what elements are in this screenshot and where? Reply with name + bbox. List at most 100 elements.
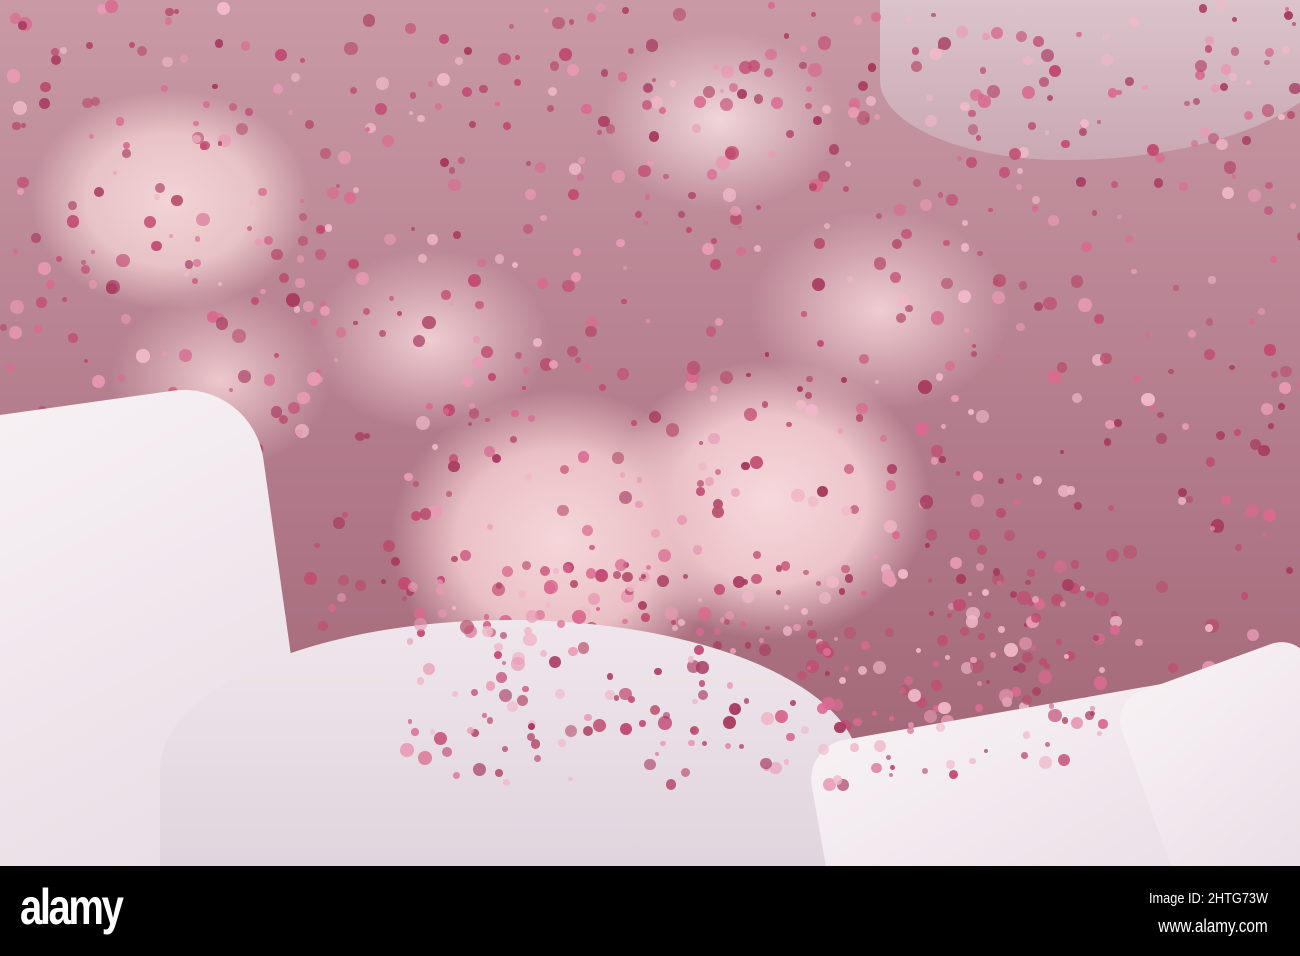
blossom [297, 391, 310, 405]
blossom [412, 335, 425, 348]
blossom [807, 63, 822, 77]
blossom [232, 329, 246, 344]
blossom [944, 360, 956, 372]
blossom [94, 186, 105, 197]
blossom [1097, 730, 1102, 736]
blossom [511, 410, 519, 418]
blossom [298, 236, 308, 247]
blossom [979, 67, 986, 74]
blossom [1031, 645, 1037, 651]
blossom [66, 215, 80, 228]
blossom [511, 261, 519, 269]
blossom [871, 12, 881, 22]
blossom [593, 718, 607, 732]
blossom [91, 374, 106, 389]
blossom [1110, 180, 1118, 188]
blossom [911, 47, 920, 55]
blossom [194, 236, 201, 242]
blossom [817, 36, 832, 50]
blossom [646, 319, 651, 324]
blossom [967, 409, 975, 416]
blossom [1290, 202, 1297, 209]
blossom [920, 198, 932, 211]
blossom [418, 751, 432, 766]
blossom [1264, 344, 1276, 356]
blossom [354, 579, 366, 591]
blossom [1004, 643, 1019, 658]
blossom [968, 591, 973, 596]
blossom [726, 682, 734, 689]
blossom [930, 680, 942, 692]
blossom [713, 583, 725, 595]
blossom [471, 356, 484, 369]
blossom [383, 539, 396, 553]
blossom [362, 14, 376, 27]
blossom [487, 373, 496, 381]
blossom [883, 520, 897, 533]
blossom [327, 603, 337, 613]
blossom [790, 488, 805, 503]
blossom [1117, 214, 1122, 220]
blossom [522, 685, 529, 692]
blossom [460, 549, 472, 561]
blossom [656, 574, 670, 588]
blossom [315, 225, 325, 235]
blossom [583, 725, 594, 736]
blossom [1271, 371, 1279, 379]
blossom [485, 681, 496, 691]
blossom [650, 529, 660, 539]
blossom [288, 401, 301, 415]
blossom [992, 290, 1006, 305]
blossom [1113, 418, 1123, 428]
blossom [981, 32, 990, 41]
blossom [270, 406, 283, 418]
blossom [776, 589, 782, 595]
blossom [645, 38, 659, 52]
blossom [1153, 178, 1164, 188]
blossom [38, 262, 51, 275]
blossom [36, 297, 47, 308]
blossom [783, 605, 789, 610]
blossom [574, 356, 581, 363]
blossom [682, 573, 688, 579]
blossom [817, 743, 829, 756]
blossom [814, 238, 825, 249]
blossom [944, 654, 950, 660]
blossom [641, 613, 650, 622]
blossom [1016, 662, 1027, 674]
blossom [1030, 613, 1041, 624]
blossom [646, 159, 655, 167]
blossom [567, 188, 579, 200]
blossom [81, 264, 91, 274]
blossom [511, 657, 525, 671]
blossom [515, 55, 521, 61]
blossom [617, 368, 629, 381]
blossom [314, 248, 326, 260]
blossom [6, 69, 21, 83]
blossom [1182, 422, 1190, 430]
blossom [13, 100, 28, 115]
blossom [635, 211, 643, 219]
blossom [1142, 84, 1148, 91]
blossom [837, 427, 844, 434]
blossom [800, 45, 808, 53]
blossom [260, 289, 266, 295]
blossom [975, 135, 982, 141]
blossom [448, 166, 456, 174]
blossom [376, 77, 389, 91]
blossom [50, 54, 61, 65]
blossom [738, 744, 744, 750]
blossom [637, 600, 648, 611]
blossom [1090, 706, 1095, 711]
blossom [1204, 624, 1213, 633]
blossom [1044, 129, 1050, 135]
blossom [1203, 348, 1215, 360]
blossom [840, 376, 848, 384]
blossom [578, 157, 585, 164]
blossom [1264, 205, 1274, 215]
blossom [692, 545, 702, 555]
blossom [764, 352, 770, 358]
blossom [1060, 450, 1065, 455]
blossom [173, 9, 179, 15]
blossom [713, 627, 722, 636]
